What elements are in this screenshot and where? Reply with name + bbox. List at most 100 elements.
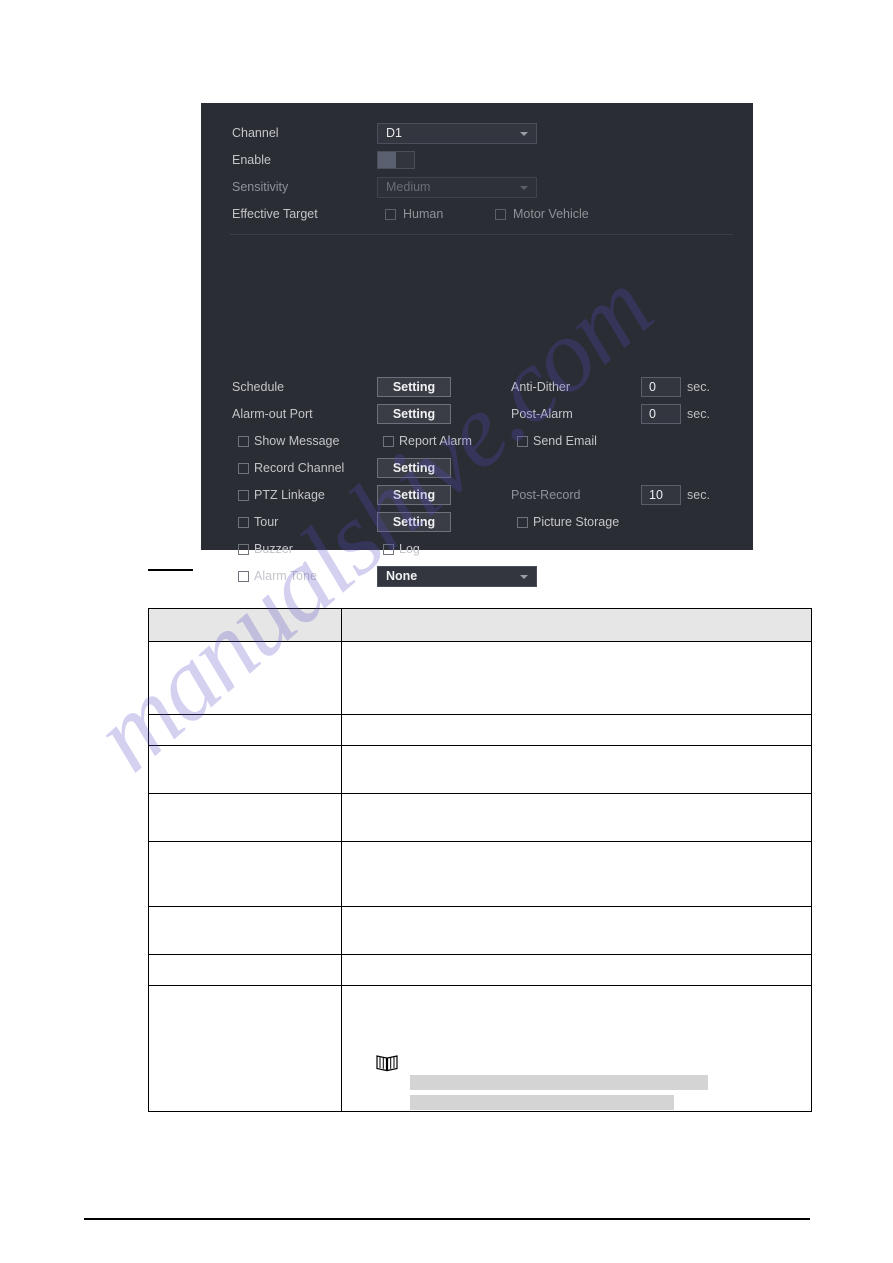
redacted-text-bar xyxy=(410,1095,674,1110)
log-label: Log xyxy=(399,542,420,556)
row-tour: Tour Setting Picture Storage xyxy=(201,509,753,536)
record-channel-label: Record Channel xyxy=(254,461,345,475)
row-schedule: Schedule Setting Anti-Dither 0 sec. xyxy=(201,374,753,401)
human-checkbox[interactable] xyxy=(385,209,396,220)
record-channel-setting-button[interactable]: Setting xyxy=(377,458,451,478)
schedule-label: Schedule xyxy=(232,380,285,394)
post-record-input[interactable]: 10 xyxy=(641,485,681,505)
table-cell-parameter xyxy=(148,841,342,907)
row-record-channel: Record Channel Setting xyxy=(201,455,753,482)
send-email-checkbox[interactable] xyxy=(517,436,528,447)
smd-configuration-dialog: Channel D1 Enable Sensitivity Medium Eff… xyxy=(201,103,753,640)
table-cell-parameter-text xyxy=(149,955,341,985)
table-cell-parameter xyxy=(148,985,342,1112)
picture-storage-checkbox[interactable] xyxy=(517,517,528,528)
table-row xyxy=(148,641,812,715)
channel-select[interactable]: D1 xyxy=(377,123,537,144)
show-message-checkbox[interactable] xyxy=(238,436,249,447)
table-header-row xyxy=(148,608,812,642)
schedule-setting-button[interactable]: Setting xyxy=(377,377,451,397)
table-cell-description-with-note xyxy=(341,985,812,1112)
anti-dither-input[interactable]: 0 xyxy=(641,377,681,397)
post-record-label: Post-Record xyxy=(511,488,581,502)
table-header-parameter-text xyxy=(149,609,341,641)
show-message-label: Show Message xyxy=(254,434,340,448)
send-email-label: Send Email xyxy=(533,434,597,448)
footer-rule xyxy=(84,1218,810,1220)
table-row xyxy=(148,906,812,955)
table-row xyxy=(148,954,812,986)
alarm-tone-select[interactable]: None xyxy=(377,566,537,587)
table-cell-parameter xyxy=(148,641,342,715)
table-cell-description-text xyxy=(342,907,811,954)
log-checkbox[interactable] xyxy=(383,544,394,555)
table-cell-parameter xyxy=(148,714,342,746)
table-cell-parameter-text xyxy=(149,986,341,1111)
table-cell-parameter-text xyxy=(149,907,341,954)
sensitivity-select[interactable]: Medium xyxy=(377,177,537,198)
row-enable: Enable xyxy=(201,147,753,174)
picture-storage-label: Picture Storage xyxy=(533,515,620,529)
enable-toggle[interactable] xyxy=(377,151,415,169)
row-buzzer: Buzzer Log xyxy=(201,536,753,563)
anti-dither-label: Anti-Dither xyxy=(511,380,571,394)
row-alarm-tone: Alarm Tone None xyxy=(201,563,753,590)
report-alarm-label: Report Alarm xyxy=(399,434,472,448)
tour-checkbox[interactable] xyxy=(238,517,249,528)
motor-vehicle-checkbox[interactable] xyxy=(495,209,506,220)
alarm-out-port-setting-button[interactable]: Setting xyxy=(377,404,451,424)
table-cell-description xyxy=(341,641,812,715)
channel-label: Channel xyxy=(232,126,279,140)
chevron-down-icon xyxy=(520,575,528,579)
alarm-tone-select-value: None xyxy=(386,569,418,583)
table-row xyxy=(148,793,812,842)
table-cell-parameter-text xyxy=(149,842,341,906)
enable-toggle-knob xyxy=(378,152,396,168)
channel-select-value: D1 xyxy=(386,126,402,140)
book-note-icon xyxy=(376,1054,398,1077)
table-cell-parameter-text xyxy=(149,746,341,793)
table-cell-parameter-text xyxy=(149,794,341,841)
dialog-top-section: Channel D1 Enable Sensitivity Medium Eff… xyxy=(201,103,753,234)
table-cell-description-text xyxy=(342,642,811,714)
tour-setting-button[interactable]: Setting xyxy=(377,512,451,532)
table-cell-description-text xyxy=(342,715,811,745)
table-cell-description-text xyxy=(342,842,811,906)
table-cell-description xyxy=(341,906,812,955)
record-channel-checkbox[interactable] xyxy=(238,463,249,474)
chevron-down-icon xyxy=(520,186,528,190)
post-alarm-label: Post-Alarm xyxy=(511,407,573,421)
ptz-linkage-setting-button[interactable]: Setting xyxy=(377,485,451,505)
alarm-tone-checkbox[interactable] xyxy=(238,571,249,582)
parameter-description-table xyxy=(148,608,812,1112)
table-header-cell-parameter xyxy=(148,608,342,642)
row-alarm-out-port: Alarm-out Port Setting Post-Alarm 0 sec. xyxy=(201,401,753,428)
table-header-cell-description xyxy=(341,608,812,642)
enable-label: Enable xyxy=(232,153,271,167)
redacted-text-bar xyxy=(410,1075,708,1090)
buzzer-label: Buzzer xyxy=(254,542,293,556)
table-row-with-note xyxy=(148,985,812,1112)
post-alarm-input[interactable]: 0 xyxy=(641,404,681,424)
sensitivity-select-value: Medium xyxy=(386,180,431,194)
table-cell-description xyxy=(341,745,812,794)
table-row xyxy=(148,841,812,907)
ptz-linkage-checkbox[interactable] xyxy=(238,490,249,501)
buzzer-checkbox[interactable] xyxy=(238,544,249,555)
table-cell-description xyxy=(341,793,812,842)
row-effective-target: Effective Target Human Motor Vehicle xyxy=(201,201,753,228)
table-cell-description xyxy=(341,841,812,907)
motor-vehicle-label: Motor Vehicle xyxy=(513,207,589,221)
table-cell-parameter xyxy=(148,954,342,986)
sensitivity-label: Sensitivity xyxy=(232,180,289,194)
post-alarm-unit: sec. xyxy=(687,407,710,421)
table-row xyxy=(148,745,812,794)
row-notification-checkboxes: Show Message Report Alarm Send Email xyxy=(201,428,753,455)
table-cell-parameter-text xyxy=(149,715,341,745)
table-cell-description-text xyxy=(342,955,811,985)
table-cell-description xyxy=(341,954,812,986)
table-header-description-text xyxy=(342,609,811,641)
figure-caption-rule xyxy=(148,569,193,571)
report-alarm-checkbox[interactable] xyxy=(383,436,394,447)
row-sensitivity: Sensitivity Medium xyxy=(201,174,753,201)
